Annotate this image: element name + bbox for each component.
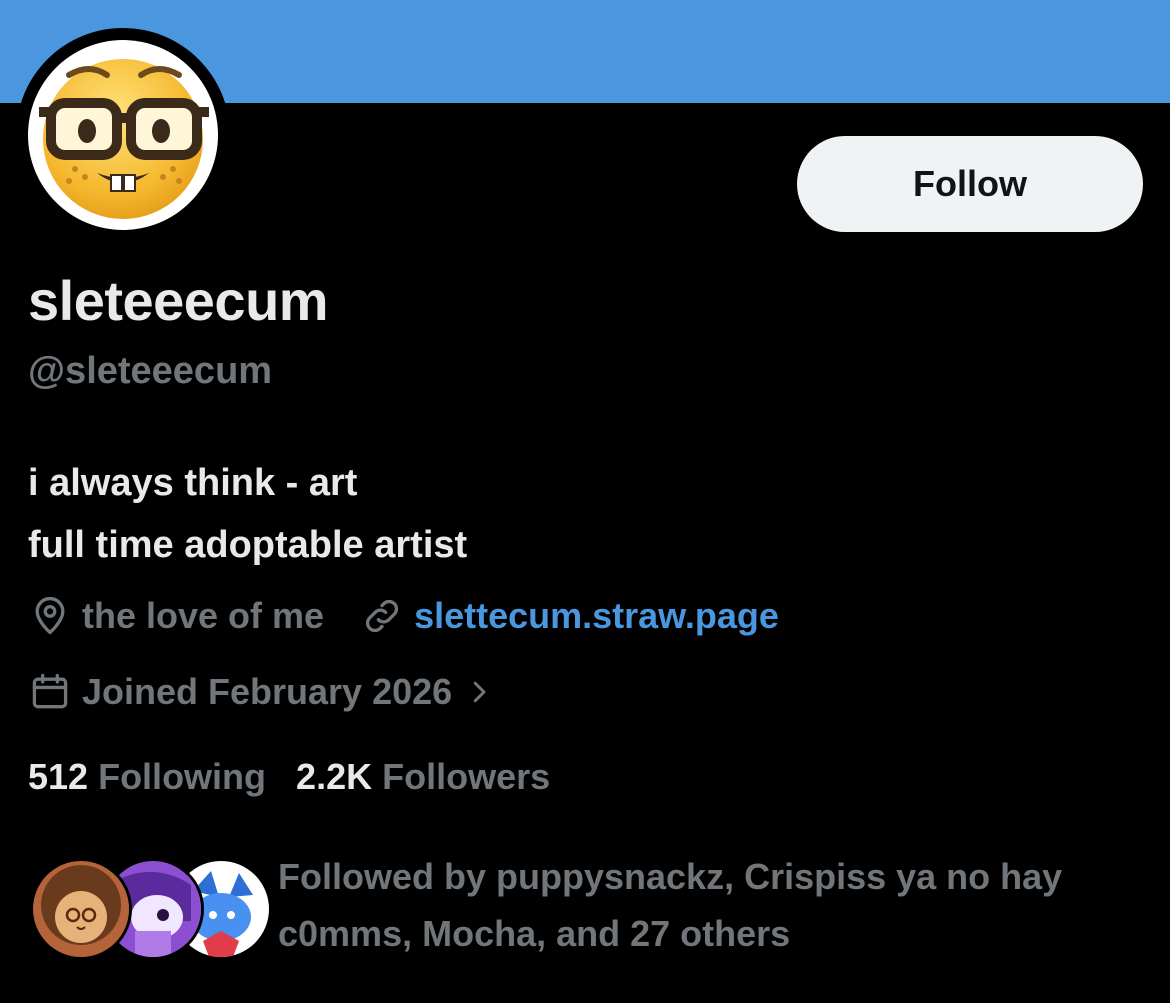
bio-line: full time adoptable artist (28, 524, 468, 566)
chevron-right-icon (464, 677, 494, 707)
calendar-icon (32, 673, 68, 709)
follow-stats: 512 Following 2.2K Followers (28, 756, 550, 798)
following-stat[interactable]: 512 Following (28, 756, 266, 798)
bio-line: i always think - art (28, 462, 358, 504)
nerd-face-icon (39, 59, 209, 219)
followers-label: Followers (382, 756, 551, 797)
followers-stat[interactable]: 2.2K Followers (296, 756, 550, 798)
joined-row[interactable]: Joined February 2026 (28, 670, 494, 714)
following-label: Following (98, 756, 267, 797)
location-text: the love of me (82, 595, 325, 636)
user-handle: @sleteeecum (28, 350, 273, 392)
location-pin-icon (35, 596, 65, 635)
avatar (30, 858, 132, 960)
profile-avatar[interactable] (16, 28, 230, 242)
followers-count: 2.2K (296, 756, 373, 797)
display-name: sleteeecum (28, 269, 329, 332)
location-item: the love of me (28, 594, 324, 638)
link-icon (365, 599, 399, 633)
website-link[interactable]: slettecum.straw.page (414, 595, 779, 637)
follow-button[interactable]: Follow (797, 136, 1143, 232)
joined-text: Joined February 2026 (82, 671, 453, 712)
following-count: 512 (28, 756, 89, 797)
followed-by-avatars[interactable] (30, 858, 272, 960)
website-item[interactable]: slettecum.straw.page (360, 594, 779, 638)
joined-item[interactable]: Joined February 2026 (28, 670, 494, 714)
profile-meta-row: the love of me slettecum.straw.page (28, 594, 779, 638)
profile-bio: i always think - art full time adoptable… (28, 452, 467, 576)
followed-by-text[interactable]: Followed by puppysnackz, Crispiss ya no … (278, 848, 1148, 962)
